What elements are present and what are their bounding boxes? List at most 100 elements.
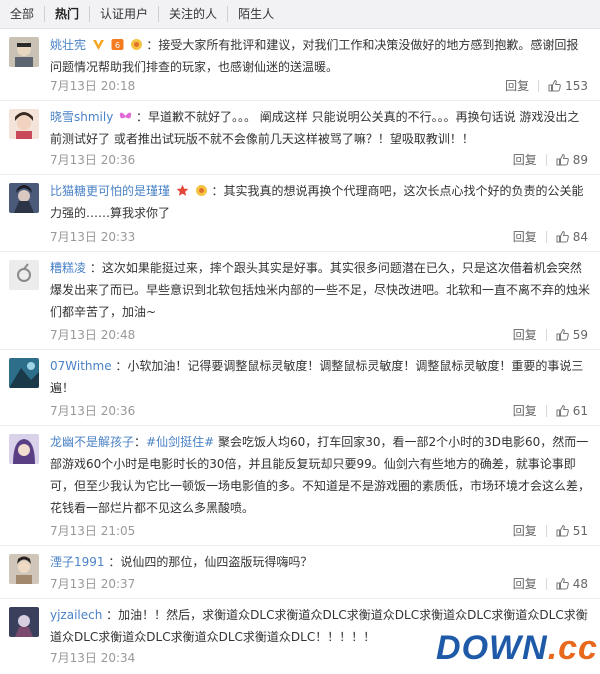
like-count: 48 — [572, 576, 588, 591]
vip-icon — [195, 184, 208, 197]
comment-body: 晓雪shmily ：早道歉不就好了。。。 阐成这样 只能说明公关真的不行。。。再… — [50, 106, 590, 150]
tab-verified[interactable]: 认证用户 — [89, 6, 158, 22]
comment-body: 姚壮宪 6 ：接受大家所有批评和建议，对我们工作和决策没做好的地方感到抱歉。感谢… — [50, 34, 590, 78]
like-button[interactable]: 51 — [556, 524, 588, 538]
divider — [545, 230, 547, 243]
member-level-icon: 6 — [111, 38, 124, 51]
comment-actions: 回复 89 — [513, 151, 588, 168]
avatar[interactable] — [9, 607, 39, 637]
reply-button[interactable]: 回复 — [513, 326, 537, 343]
avatar[interactable] — [9, 358, 39, 388]
like-count: 59 — [572, 327, 588, 342]
comment-actions: 回复 51 — [513, 522, 588, 539]
avatar[interactable] — [9, 260, 39, 290]
avatar[interactable] — [9, 109, 39, 139]
like-count: 51 — [572, 523, 588, 538]
comment-body: 龙幽不是解孩子：#仙剑挺住# 聚会吃饭人均60，打车回家30，看一部2个小时的3… — [50, 435, 591, 515]
comment-filter-tabs: 全部 热门 认证用户 关注的人 陌生人 — [0, 0, 600, 29]
like-count: 61 — [572, 403, 588, 418]
divider — [545, 577, 547, 590]
comment-time: 7月13日 20:33 — [50, 230, 136, 244]
reply-button[interactable]: 回复 — [513, 522, 537, 539]
reply-button[interactable]: 回复 — [513, 228, 537, 245]
like-button[interactable]: 61 — [556, 404, 588, 418]
username-link[interactable]: 晓雪shmily — [50, 110, 113, 124]
comment-text: ：说仙四的那位，仙四盗版玩得嗨吗？ — [108, 555, 313, 569]
divider — [545, 153, 547, 166]
comment-item: 龙幽不是解孩子：#仙剑挺住# 聚会吃饭人均60，打车回家30，看一部2个小时的3… — [0, 426, 600, 546]
tab-strangers[interactable]: 陌生人 — [227, 6, 284, 22]
avatar[interactable] — [9, 434, 39, 464]
comment-body: 湮子1991 ：说仙四的那位，仙四盗版玩得嗨吗？ — [50, 551, 590, 573]
thumbs-up-icon — [548, 79, 561, 92]
comment-time: 7月13日 20:34 — [50, 651, 136, 665]
username-link[interactable]: 07Withme — [50, 359, 112, 373]
comment-body: 07Withme ：小软加油！记得要调整鼠标灵敏度！调整鼠标灵敏度！调整鼠标灵敏… — [50, 355, 590, 399]
like-button[interactable]: 89 — [556, 153, 588, 167]
avatar[interactable] — [9, 37, 39, 67]
thumbs-up-icon — [556, 404, 569, 417]
vip-icon — [130, 38, 143, 51]
like-button[interactable]: 59 — [556, 328, 588, 342]
comment-time: 7月13日 20:37 — [50, 577, 136, 591]
comment-time: 7月13日 20:18 — [50, 79, 136, 93]
tab-all[interactable]: 全部 — [0, 6, 44, 22]
like-count: 153 — [565, 78, 588, 93]
comment-actions: 回复 59 — [513, 326, 588, 343]
hashtag-link[interactable]: #仙剑挺住# — [146, 435, 214, 449]
divider — [545, 404, 547, 417]
comment-body: 糟糕凌 ：这次如果能挺过来，摔个跟头其实是好事。其实很多问题潜在已久，只是这次借… — [50, 257, 590, 323]
comment-actions: 回复 48 — [513, 575, 588, 592]
thumbs-up-icon — [556, 577, 569, 590]
watermark-suffix: .cc — [547, 628, 598, 667]
comment-actions: 回复 61 — [513, 402, 588, 419]
comment-time: 7月13日 21:05 — [50, 524, 136, 538]
like-button[interactable]: 153 — [548, 79, 588, 93]
avatar[interactable] — [9, 183, 39, 213]
comment-item: 糟糕凌 ：这次如果能挺过来，摔个跟头其实是好事。其实很多问题潜在已久，只是这次借… — [0, 252, 600, 350]
like-count: 89 — [572, 152, 588, 167]
comment-actions: 回复 84 — [513, 228, 588, 245]
username-link[interactable]: 湮子1991 — [50, 555, 105, 569]
verified-v-icon — [92, 38, 105, 51]
reply-button[interactable]: 回复 — [513, 402, 537, 419]
star-icon — [176, 184, 189, 197]
comment-actions: 回复 153 — [505, 77, 588, 94]
reply-button[interactable]: 回复 — [513, 151, 537, 168]
comment-item: 姚壮宪 6 ：接受大家所有批评和建议，对我们工作和决策没做好的地方感到抱歉。感谢… — [0, 29, 600, 101]
comment-item: 07Withme ：小软加油！记得要调整鼠标灵敏度！调整鼠标灵敏度！调整鼠标灵敏… — [0, 350, 600, 426]
comment-text: ：小软加油！记得要调整鼠标灵敏度！调整鼠标灵敏度！调整鼠标灵敏度！重要的事说三遍… — [50, 359, 584, 395]
down-cc-watermark: DOWN .cc — [436, 626, 597, 670]
comment-text: ：这次如果能挺过来，摔个跟头其实是好事。其实很多问题潜在已久，只是这次借着机会突… — [50, 261, 591, 319]
thumbs-up-icon — [556, 524, 569, 537]
butterfly-icon — [119, 110, 132, 123]
tab-following[interactable]: 关注的人 — [158, 6, 227, 22]
like-button[interactable]: 48 — [556, 577, 588, 591]
divider — [538, 79, 540, 92]
thumbs-up-icon — [556, 230, 569, 243]
comment-time: 7月13日 20:36 — [50, 404, 136, 418]
divider — [545, 328, 547, 341]
comment-item: 晓雪shmily ：早道歉不就好了。。。 阐成这样 只能说明公关真的不行。。。再… — [0, 101, 600, 175]
username-link[interactable]: yjzailech — [50, 608, 102, 622]
username-link[interactable]: 糟糕凌 — [50, 261, 86, 275]
thumbs-up-icon — [556, 153, 569, 166]
svg-text:6: 6 — [115, 41, 120, 50]
comment-item: 湮子1991 ：说仙四的那位，仙四盗版玩得嗨吗？ 7月13日 20:37 回复 … — [0, 546, 600, 599]
username-link[interactable]: 龙幽不是解孩子 — [50, 435, 134, 449]
comment-body: 比猫糖更可怕的是瑾瑾 ：其实我真的想说再换个代理商吧，这次长点心找个好的负责的公… — [50, 180, 590, 224]
reply-button[interactable]: 回复 — [513, 575, 537, 592]
thumbs-up-icon — [556, 328, 569, 341]
like-button[interactable]: 84 — [556, 230, 588, 244]
avatar[interactable] — [9, 554, 39, 584]
comment-item: 比猫糖更可怕的是瑾瑾 ：其实我真的想说再换个代理商吧，这次长点心找个好的负责的公… — [0, 175, 600, 252]
tab-hot[interactable]: 热门 — [44, 6, 89, 22]
username-link[interactable]: 姚壮宪 — [50, 38, 86, 52]
reply-button[interactable]: 回复 — [505, 77, 529, 94]
comment-time: 7月13日 20:48 — [50, 328, 136, 342]
username-link[interactable]: 比猫糖更可怕的是瑾瑾 — [50, 184, 170, 198]
watermark-text: DOWN — [436, 628, 548, 667]
divider — [545, 524, 547, 537]
like-count: 84 — [572, 229, 588, 244]
comment-time: 7月13日 20:36 — [50, 153, 136, 167]
